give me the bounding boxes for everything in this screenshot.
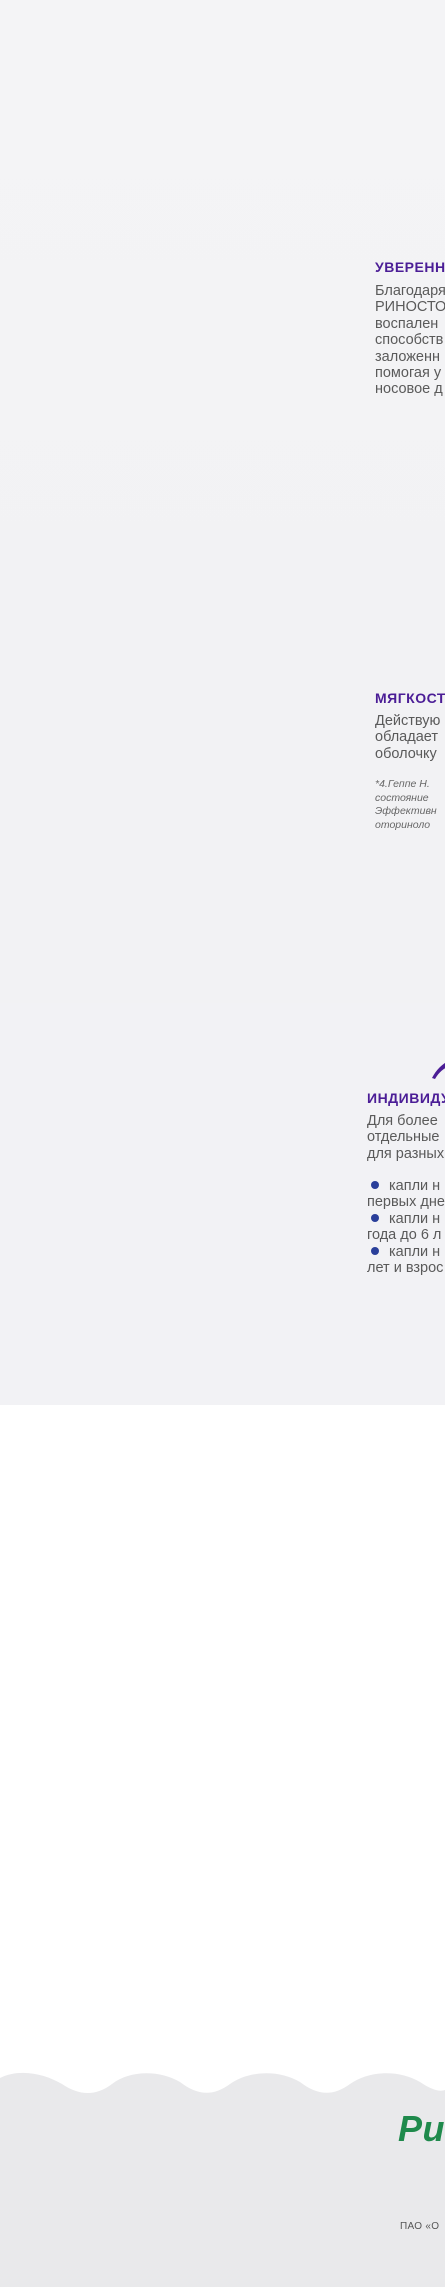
bullet-text: капли н [389,1178,441,1194]
bullet-dot-icon [371,1181,379,1189]
feature-title-confidence: УВЕРЕНН [375,259,445,275]
bullet-text-cont: года до 6 л [367,1227,442,1244]
text-line: обладает [375,729,438,746]
feature-title-individual: ИНДИВИДУ [367,1090,445,1106]
dosage-list: капли н первых дне капли н года до 6 л к… [367,1178,445,1276]
feature-text-individual: Для более отдельные для разных [367,1113,444,1162]
text-line: РИНОСТО [375,299,445,316]
text-line: Действую [375,713,441,729]
bullet-text-cont: лет и взрос [367,1260,444,1277]
text-line: заложенн [375,348,441,365]
footer [0,2070,445,2287]
company-name: ПАО «О [400,2221,440,2232]
text-line: отдельные [367,1129,440,1146]
text-line: носовое д [375,381,443,398]
feature-text-softness: Действую обладает оболочку [375,713,440,762]
note-line: состояние [375,791,429,804]
note-line: Эффективн [375,805,437,817]
text-line: оболочку [375,745,437,762]
text-line: способств [375,332,444,349]
brand-logo[interactable]: Ри [398,2108,445,2150]
bullet-text: капли н [389,1243,441,1260]
decorative-swoosh-icon [432,1062,445,1079]
bullet-text-cont: первых дне [367,1194,445,1211]
text-line: для разных [367,1145,445,1162]
list-item: капли н года до 6 л [367,1211,445,1244]
footer-wave-background [0,2072,445,2287]
bullet-dot-icon [371,1213,379,1222]
list-item: капли н первых дне [367,1178,445,1211]
bullet-text: капли н [389,1210,441,1227]
feature-title-softness: МЯГКОСТ [375,690,445,706]
bullet-dot-icon [371,1246,379,1255]
list-item: капли н лет и взрос [367,1244,445,1277]
feature-text-confidence: Благодаря РИНОСТО воспален способств зал… [375,283,445,398]
note-line: оториноло [375,818,431,831]
text-line: Для более [367,1113,438,1129]
text-line: помогая у [375,365,442,382]
note-line: *4.Геппе Н. [375,778,430,790]
footnote-reference: *4.Геппе Н. состояние Эффективн оторинол… [375,778,437,832]
text-line: воспален [375,315,439,332]
text-line: Благодаря [375,283,445,299]
